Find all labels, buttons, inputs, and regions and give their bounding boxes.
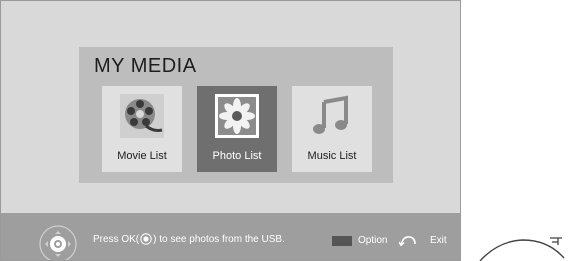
exit-button[interactable]: Exit	[430, 235, 447, 246]
music-list-label: Music List	[307, 150, 357, 162]
hint-text-before: Press OK(	[93, 233, 140, 245]
back-arrow-icon	[399, 236, 416, 246]
my-media-panel: MY MEDIA Movie List Photo List Music Lis…	[79, 47, 393, 183]
ok-hint: Press OK( ) to see photos from the USB.	[93, 233, 285, 245]
film-reel-icon	[120, 94, 164, 138]
tv-screen: MY MEDIA Movie List Photo List Music Lis…	[0, 0, 461, 261]
navigation-ring-icon	[39, 225, 77, 260]
page-corner-decoration	[479, 237, 565, 261]
music-list-tile[interactable]: Music List	[292, 86, 372, 172]
hint-text-after: ) to see photos from the USB.	[153, 233, 285, 245]
option-button[interactable]: Option	[358, 235, 387, 246]
page-title: MY MEDIA	[94, 55, 197, 77]
option-color-key-icon	[332, 236, 352, 246]
music-note-icon	[313, 95, 348, 134]
photo-list-tile[interactable]: Photo List	[197, 86, 277, 172]
movie-list-label: Movie List	[117, 150, 167, 162]
photo-list-label: Photo List	[212, 150, 262, 162]
flower-photo-icon	[215, 94, 259, 138]
bottom-bar: Press OK( ) to see photos from the USB. …	[1, 213, 460, 260]
movie-list-tile[interactable]: Movie List	[102, 86, 182, 172]
ok-button-icon	[140, 233, 152, 245]
